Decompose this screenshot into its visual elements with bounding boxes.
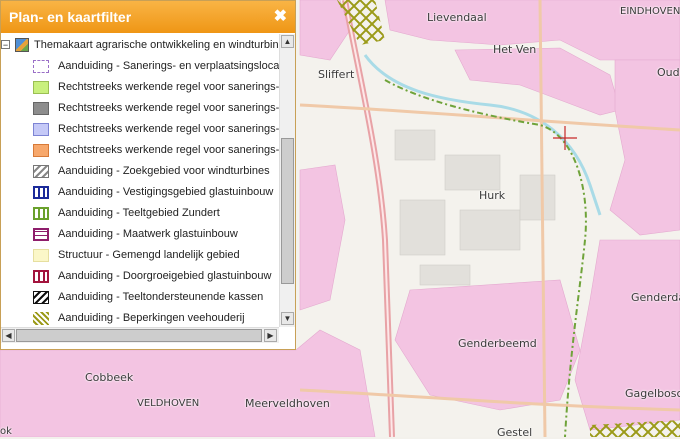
panel-header[interactable]: Plan- en kaartfilter ✖ — [1, 1, 295, 33]
legend-item-label: Aanduiding - Sanerings- en verplaatsings… — [58, 60, 279, 72]
plan-filter-panel: Plan- en kaartfilter ✖ − Themakaart agra… — [0, 0, 296, 350]
place-label: VELDHOVEN — [137, 398, 200, 409]
legend-item[interactable]: Aanduiding - Zoekgebied voor windturbine… — [1, 162, 279, 183]
scroll-down-icon[interactable]: ▼ — [281, 312, 294, 325]
legend-item-label: Rechtstreeks werkende regel voor sanerin… — [58, 102, 279, 114]
scroll-left-icon[interactable]: ◀ — [2, 329, 15, 342]
swatch-icon — [33, 291, 49, 304]
place-label: Oud — [657, 66, 680, 79]
legend-item-label: Aanduiding - Vestigingsgebied glastuinbo… — [58, 186, 274, 198]
place-label: Gagelbosch — [625, 387, 680, 400]
legend-item-label: Structuur - Gemengd landelijk gebied — [58, 249, 240, 261]
place-label: Genderbeemd — [458, 337, 537, 350]
legend-item[interactable]: Rechtstreeks werkende regel voor sanerin… — [1, 141, 279, 162]
swatch-icon — [33, 186, 49, 199]
place-label: Sliffert — [318, 68, 355, 81]
swatch-icon — [33, 312, 49, 325]
swatch-icon — [33, 102, 49, 115]
place-label: Lievendaal — [427, 11, 487, 24]
legend-item[interactable]: Rechtstreeks werkende regel voor sanerin… — [1, 99, 279, 120]
legend-item[interactable]: Structuur - Gemengd landelijk gebied — [1, 246, 279, 267]
place-label: EINDHOVEN — [620, 6, 680, 17]
legend-item-label: Aanduiding - Doorgroeigebied glastuinbou… — [58, 270, 272, 282]
swatch-icon — [33, 270, 49, 283]
swatch-icon — [33, 123, 49, 136]
place-label: Cobbeek — [85, 371, 134, 384]
legend-item-label: Rechtstreeks werkende regel voor sanerin… — [58, 144, 279, 156]
swatch-icon — [33, 60, 49, 73]
swatch-icon — [33, 81, 49, 94]
place-label: Genderdal — [631, 291, 680, 304]
legend-item-label: Rechtstreeks werkende regel voor sanerin… — [58, 81, 279, 93]
legend-item[interactable]: Aanduiding - Vestigingsgebied glastuinbo… — [1, 183, 279, 204]
swatch-icon — [33, 144, 49, 157]
legend-item-label: Rechtstreeks werkende regel voor sanerin… — [58, 123, 279, 135]
scroll-thumb[interactable] — [281, 138, 294, 284]
close-icon[interactable]: ✖ — [274, 1, 287, 33]
legend-item[interactable]: Rechtstreeks werkende regel voor sanerin… — [1, 120, 279, 141]
swatch-icon — [33, 228, 49, 241]
swatch-icon — [33, 165, 49, 178]
collapse-icon[interactable]: − — [1, 40, 10, 50]
legend-item-label: Aanduiding - Teeltondersteunende kassen — [58, 291, 264, 303]
legend-item[interactable]: Aanduiding - Sanerings- en verplaatsings… — [1, 57, 279, 78]
place-label: Gestel — [497, 426, 533, 439]
layer-icon — [15, 38, 29, 52]
panel-title: Plan- en kaartfilter — [9, 9, 132, 25]
legend-item-label: Aanduiding - Beperkingen veehouderij — [58, 312, 245, 324]
legend-tree[interactable]: − Themakaart agrarische ontwikkeling en … — [1, 34, 279, 327]
swatch-icon — [33, 249, 49, 262]
legend-item-label: Aanduiding - Maatwerk glastuinbouw — [58, 228, 238, 240]
scroll-right-icon[interactable]: ▶ — [264, 329, 277, 342]
legend-item[interactable]: Aanduiding - Doorgroeigebied glastuinbou… — [1, 267, 279, 288]
legend-item[interactable]: Rechtstreeks werkende regel voor sanerin… — [1, 78, 279, 99]
legend-item-label: Aanduiding - Teeltgebied Zundert — [58, 207, 220, 219]
tree-root[interactable]: − Themakaart agrarische ontwikkeling en … — [1, 36, 279, 57]
swatch-icon — [33, 207, 49, 220]
place-label: ok — [0, 426, 12, 437]
place-label: Meerveldhoven — [245, 397, 330, 410]
scroll-up-icon[interactable]: ▲ — [281, 35, 294, 48]
scroll-thumb[interactable] — [16, 329, 262, 342]
legend-item[interactable]: Aanduiding - Maatwerk glastuinbouw — [1, 225, 279, 246]
place-label: Hurk — [479, 189, 506, 202]
legend-item-label: Aanduiding - Zoekgebied voor windturbine… — [58, 165, 270, 177]
place-label: Het Ven — [493, 43, 537, 56]
legend-item[interactable]: Aanduiding - Beperkingen veehouderij — [1, 309, 279, 327]
horizontal-scrollbar[interactable]: ◀ ▶ — [1, 327, 279, 343]
legend-item[interactable]: Aanduiding - Teeltondersteunende kassen — [1, 288, 279, 309]
legend-item[interactable]: Aanduiding - Teeltgebied Zundert — [1, 204, 279, 225]
tree-root-label: Themakaart agrarische ontwikkeling en wi… — [34, 39, 279, 51]
vertical-scrollbar[interactable]: ▲ ▼ — [279, 34, 295, 327]
